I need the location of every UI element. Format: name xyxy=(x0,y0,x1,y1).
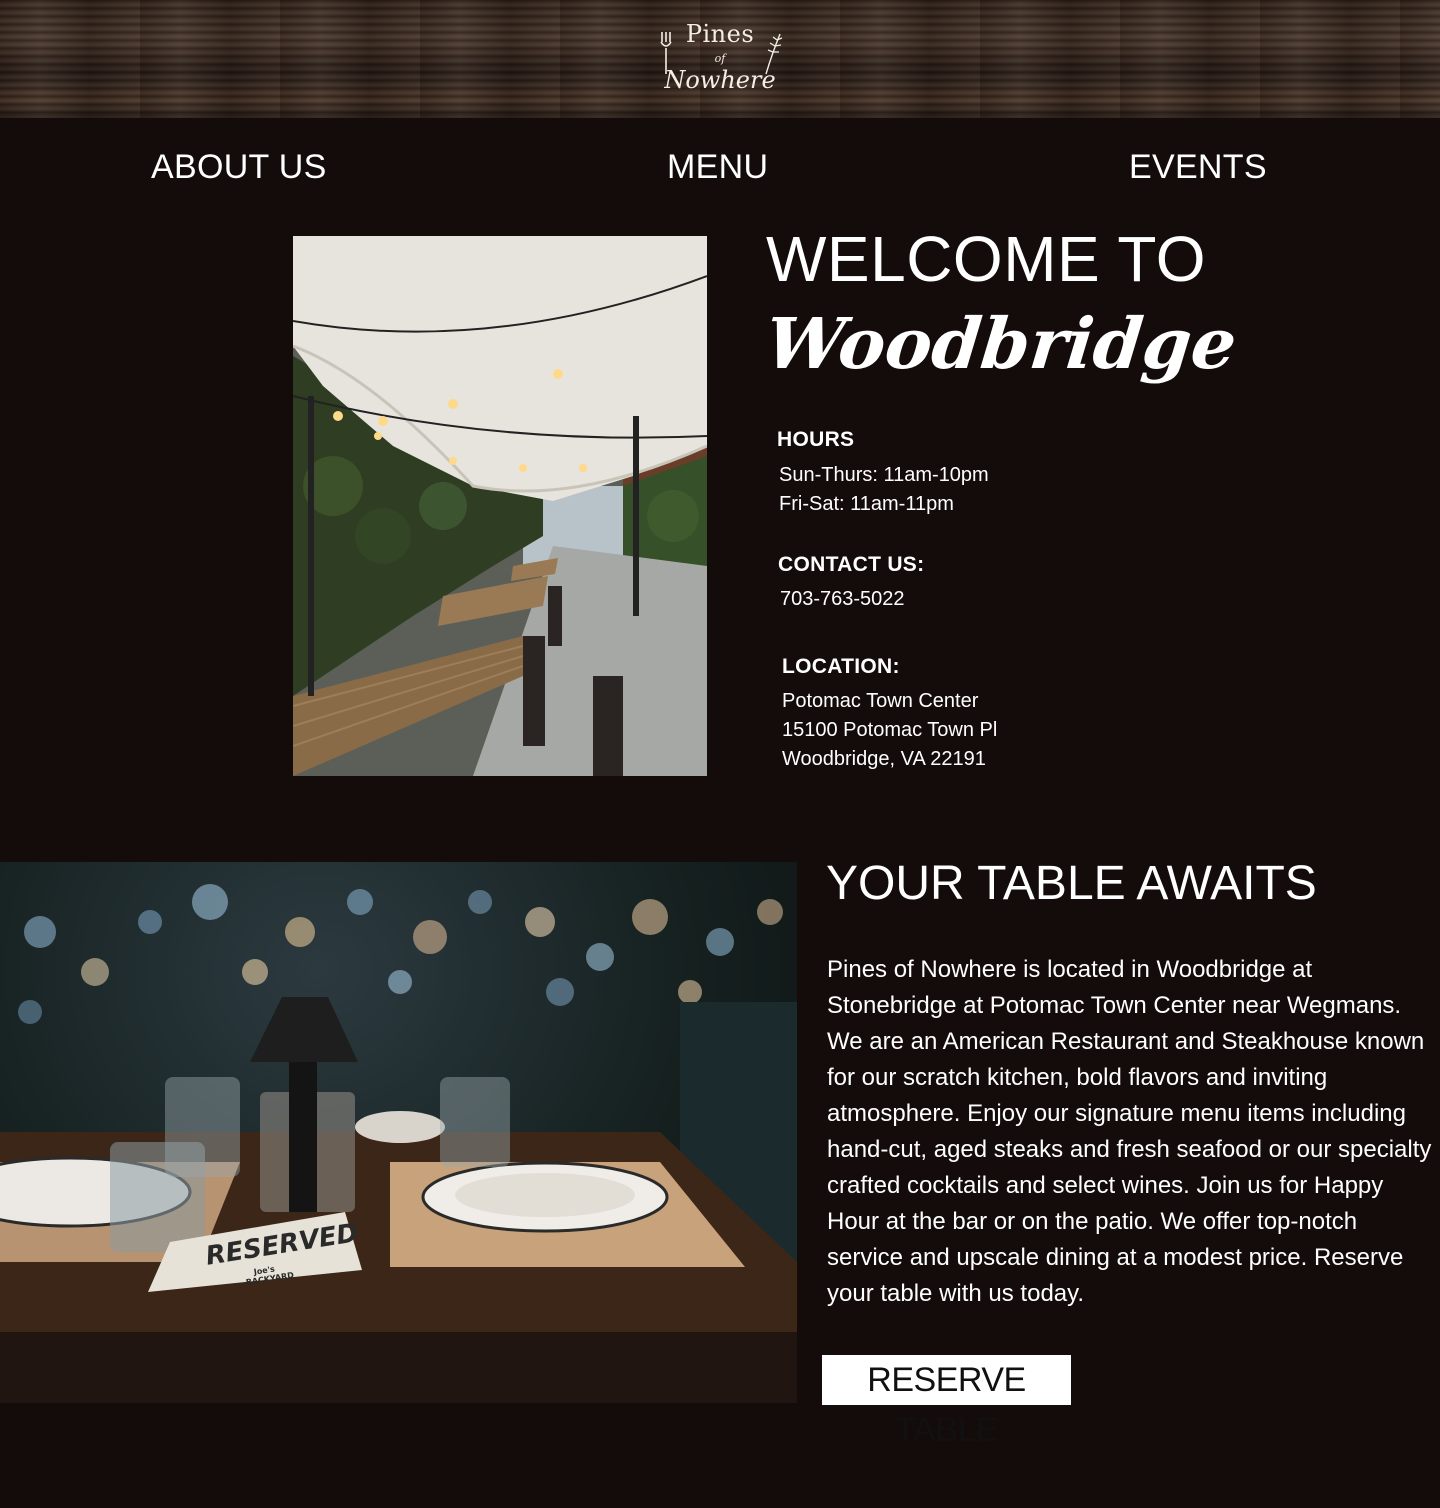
logo[interactable]: Pines of Nowhere xyxy=(650,18,790,100)
location-script-title: Woodbridge xyxy=(761,302,1241,385)
reserved-table-photo: RESERVED Joe's BACKYARD xyxy=(0,862,797,1403)
location-line-1: Potomac Town Center xyxy=(782,690,979,712)
location-line-3: Woodbridge, VA 22191 xyxy=(782,748,986,770)
welcome-heading: WELCOME TO xyxy=(766,223,1207,295)
contact-heading: CONTACT US: xyxy=(778,553,925,576)
nav-events[interactable]: EVENTS xyxy=(1129,148,1267,187)
hours-line-1: Sun-Thurs: 11am-10pm xyxy=(779,464,989,486)
hours-heading: HOURS xyxy=(777,428,855,451)
nav-about-us[interactable]: ABOUT US xyxy=(151,148,327,187)
patio-photo xyxy=(293,236,707,776)
about-paragraph: Pines of Nowhere is located in Woodbridg… xyxy=(827,956,1432,1307)
header-banner: Pines of Nowhere xyxy=(0,0,1440,118)
table-awaits-heading: YOUR TABLE AWAITS xyxy=(826,857,1317,910)
location-line-2: 15100 Potomac Town Pl xyxy=(782,719,998,741)
contact-phone[interactable]: 703-763-5022 xyxy=(780,585,905,614)
hours-line-2: Fri-Sat: 11am-11pm xyxy=(779,493,954,515)
location-heading: LOCATION: xyxy=(782,655,900,678)
wheat-icon xyxy=(765,33,783,75)
reserve-table-button[interactable]: RESERVE TABLE xyxy=(822,1355,1071,1449)
nav-menu[interactable]: MENU xyxy=(667,148,768,187)
